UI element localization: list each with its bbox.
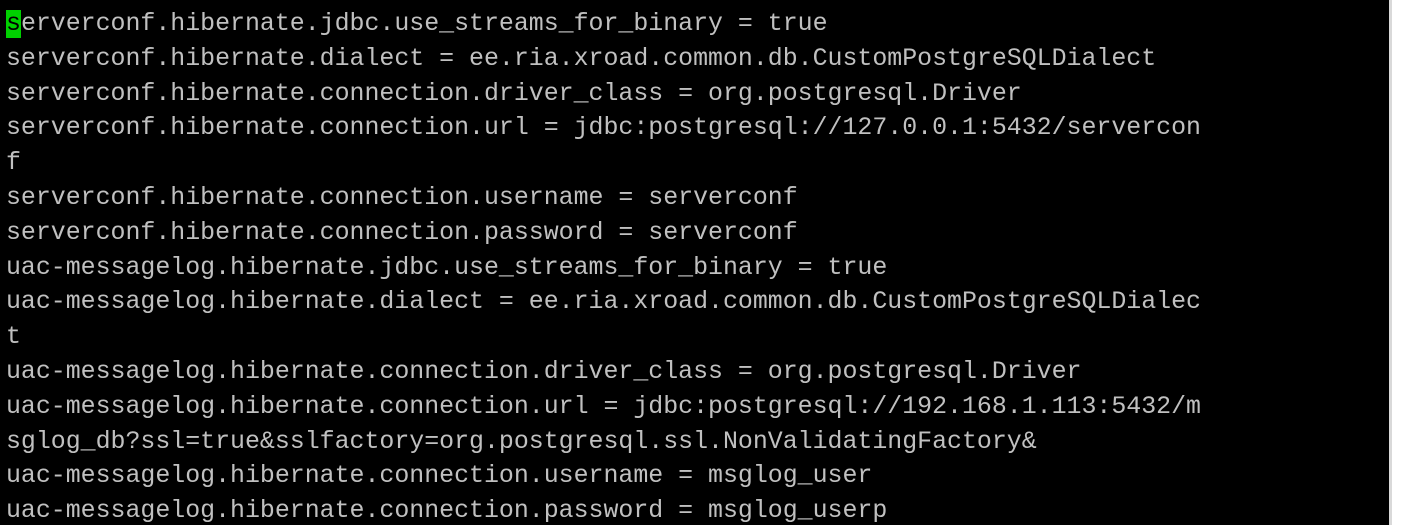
terminal-window[interactable]: serverconf.hibernate.jdbc.use_streams_fo… (0, 0, 1392, 525)
terminal-line: serverconf.hibernate.connection.driver_c… (6, 79, 1022, 108)
terminal-line: uac-messagelog.hibernate.connection.url … (6, 392, 1201, 421)
terminal-line-text: erverconf.hibernate.jdbc.use_streams_for… (20, 10, 828, 38)
terminal-line: f (6, 149, 21, 178)
terminal-line: uac-messagelog.hibernate.jdbc.use_stream… (6, 253, 888, 282)
terminal-line: serverconf.hibernate.jdbc.use_streams_fo… (6, 7, 1201, 42)
terminal-line: sglog_db?ssl=true&sslfactory=org.postgre… (6, 427, 1037, 456)
terminal-line: uac-messagelog.hibernate.connection.pass… (6, 497, 888, 525)
terminal-line: serverconf.hibernate.dialect = ee.ria.xr… (6, 44, 1157, 73)
terminal-text-area[interactable]: serverconf.hibernate.jdbc.use_streams_fo… (6, 7, 1201, 525)
terminal-line: t (6, 323, 21, 352)
text-cursor: s (6, 10, 21, 38)
terminal-line: uac-messagelog.hibernate.connection.driv… (6, 357, 1082, 386)
window-edge (1392, 0, 1418, 525)
terminal-line: serverconf.hibernate.connection.url = jd… (6, 114, 1201, 143)
terminal-line: uac-messagelog.hibernate.connection.user… (6, 462, 873, 491)
terminal-line: uac-messagelog.hibernate.dialect = ee.ri… (6, 288, 1201, 317)
terminal-line: serverconf.hibernate.connection.username… (6, 183, 798, 212)
terminal-line: serverconf.hibernate.connection.password… (6, 218, 798, 247)
